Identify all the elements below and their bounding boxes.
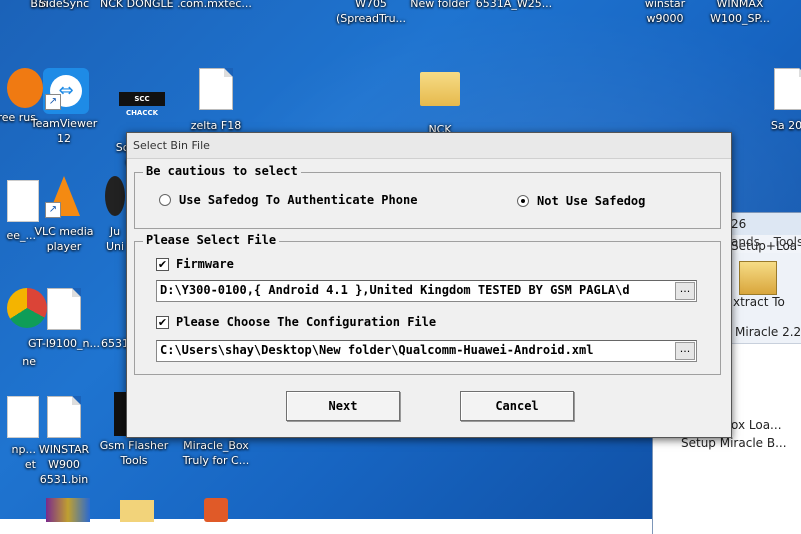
- config-file-checkbox[interactable]: ✔ Please Choose The Configuration File: [156, 315, 436, 329]
- firmware-path-field[interactable]: D:\Y300-0100,{ Android 4.1 },United King…: [156, 280, 697, 302]
- next-button[interactable]: Next: [286, 391, 400, 421]
- list-item[interactable]: ox Loa...: [731, 418, 782, 432]
- radio-label: Not Use Safedog: [537, 194, 646, 208]
- checkmark-icon: ✔: [156, 315, 169, 329]
- file-icon: [105, 288, 125, 330]
- shortcut-arrow-icon: ↗: [45, 202, 61, 218]
- group-title: Be cautious to select: [143, 164, 301, 178]
- select-bin-file-dialog: Select Bin File Be cautious to select Us…: [126, 132, 732, 438]
- teamviewer-icon: ⇔ ↗: [43, 68, 89, 114]
- extract-to-button[interactable]: xtract To: [733, 259, 785, 317]
- file-select-group: Please Select File ✔ Firmware D:\Y300-01…: [134, 233, 721, 375]
- checkbox-label: Firmware: [176, 257, 234, 271]
- winrar-icon[interactable]: [46, 498, 90, 522]
- desktop-icon-label: SideSync: [38, 0, 90, 10]
- radio-not-use-safedog[interactable]: Not Use Safedog: [517, 194, 645, 208]
- config-path-field[interactable]: C:\Users\shay\Desktop\New folder\Qualcom…: [156, 340, 697, 362]
- desktop-icon-label: Gsm Flasher Tools: [99, 439, 169, 467]
- desktop-icon-label: GT-I9100_n...: [27, 337, 100, 350]
- desktop-icon-mxtec[interactable]: com.mxtec...: [176, 0, 256, 11]
- desktop-icon-new-folder[interactable]: New folder: [400, 0, 480, 11]
- app-icon: [105, 176, 125, 218]
- checkmark-icon: ✔: [156, 257, 169, 271]
- desktop-icon-label: VLC media player: [34, 225, 94, 253]
- desktop-icon-label: winstar w9000: [644, 0, 686, 25]
- desktop-icon-6531a[interactable]: 6531A_W25...: [474, 0, 554, 11]
- radio-label: Use Safedog To Authenticate Phone: [179, 193, 418, 207]
- desktop-icon-nck-dongle[interactable]: NCK DONGLE ...: [100, 0, 180, 11]
- desktop-icon-label: TeamViewer 12: [30, 117, 98, 145]
- path-text: D:\Y300-0100,{ Android 4.1 },United King…: [160, 283, 630, 297]
- desktop-icon-label: New folder: [410, 0, 470, 10]
- path-bar: Miracle 2.26: [735, 325, 801, 339]
- vlc-cone-icon: ↗: [43, 176, 85, 218]
- desktop-icon-winstar-w900[interactable]: WINSTAR W900 6531.bin: [24, 396, 104, 487]
- desktop-icon-teamviewer[interactable]: ⇔ ↗ TeamViewer 12: [24, 68, 104, 146]
- desktop-icon-sa[interactable]: Sa 201: [770, 68, 801, 133]
- radio-dot-selected-icon: [517, 195, 529, 207]
- shortcut-arrow-icon: ↗: [45, 94, 61, 110]
- desktop-icon-label: 6531A_W25...: [475, 0, 553, 10]
- menu-item[interactable]: ands: [731, 235, 760, 249]
- desktop-icon-label: Sa 201: [770, 119, 801, 132]
- path-text: C:\Users\shay\Desktop\New folder\Qualcom…: [160, 343, 594, 357]
- file-icon: [770, 68, 801, 110]
- desktop-icon-nck-folder[interactable]: NCK: [400, 68, 480, 137]
- desktop-icon-winmax[interactable]: WINMAX W100_SP...: [700, 0, 780, 26]
- download-icon[interactable]: [204, 498, 228, 522]
- dialog-title: Select Bin File: [127, 133, 731, 159]
- checkbox-label: Please Choose The Configuration File: [176, 315, 437, 329]
- radio-use-safedog[interactable]: Use Safedog To Authenticate Phone: [159, 193, 417, 207]
- toolbar-label: xtract To: [733, 295, 785, 309]
- desktop-icon-label: Miracle_Box Truly for C...: [182, 439, 250, 467]
- desktop-icon-label: zelta F18: [190, 119, 242, 132]
- menu-item[interactable]: Tools: [774, 235, 801, 249]
- extract-icon: [739, 261, 777, 295]
- cancel-button[interactable]: Cancel: [460, 391, 574, 421]
- desktop-icon-gt-i9100[interactable]: GT-I9100_n...: [24, 288, 104, 351]
- desktop-icon-zelta[interactable]: zelta F18: [176, 68, 256, 133]
- file-icon: [43, 396, 85, 438]
- desktop-icon-sidesync[interactable]: SideSync: [24, 0, 104, 11]
- file-icon: [195, 68, 237, 110]
- desktop-icon-label: WINSTAR W900 6531.bin: [38, 443, 90, 486]
- desktop-icon-vlc[interactable]: ↗ VLC media player: [24, 176, 104, 254]
- radio-dot-icon: [159, 194, 171, 206]
- desktop-icon-label: NCK DONGLE ...: [100, 0, 180, 10]
- browse-config-button[interactable]: ...: [675, 342, 695, 360]
- desktop-icon-label: WINMAX W100_SP...: [710, 0, 770, 25]
- file-icon: [43, 288, 85, 330]
- firmware-checkbox[interactable]: ✔ Firmware: [156, 257, 234, 271]
- sw-check-icon: SCC CHACCK: [119, 92, 165, 134]
- safedog-group: Be cautious to select Use Safedog To Aut…: [134, 164, 721, 229]
- desktop-icon-winstar-w9000[interactable]: winstar w9000: [630, 0, 700, 26]
- browse-firmware-button[interactable]: ...: [675, 282, 695, 300]
- desktop-icon-label: ne: [22, 355, 36, 368]
- group-title: Please Select File: [143, 233, 280, 247]
- desktop-icon-label: com.mxtec...: [180, 0, 252, 10]
- list-item[interactable]: Setup Miracle B...: [681, 436, 787, 450]
- folder-icon: [419, 72, 461, 114]
